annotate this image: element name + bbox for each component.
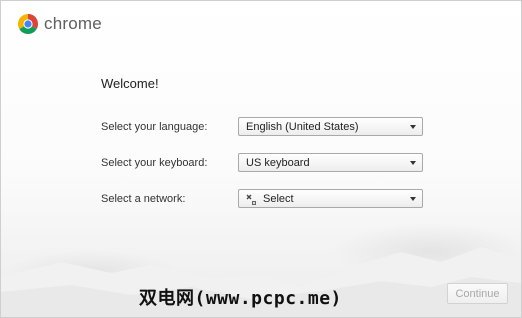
keyboard-select[interactable]: US keyboard [238,153,423,172]
brand-header: chrome [17,13,102,35]
chevron-down-icon [410,196,416,201]
network-select-value: Select [263,192,294,205]
oobe-screen: chrome Welcome! Select your language: En… [0,0,522,318]
network-select[interactable]: Select [238,189,423,208]
keyboard-label: Select your keyboard: [101,157,208,169]
brand-name: chrome [44,14,102,33]
language-label: Select your language: [101,121,208,133]
continue-button[interactable]: Continue [447,283,508,304]
language-select-value: English (United States) [246,120,359,133]
network-label: Select a network: [101,193,186,205]
keyboard-select-value: US keyboard [246,156,310,169]
welcome-heading: Welcome! [101,76,159,91]
watermark-text: 双电网(www.pcpc.me) [139,288,342,309]
chevron-down-icon [410,160,416,165]
network-disconnected-icon [246,194,256,205]
chevron-down-icon [410,124,416,129]
language-select[interactable]: English (United States) [238,117,423,136]
chrome-logo-icon [18,14,38,34]
